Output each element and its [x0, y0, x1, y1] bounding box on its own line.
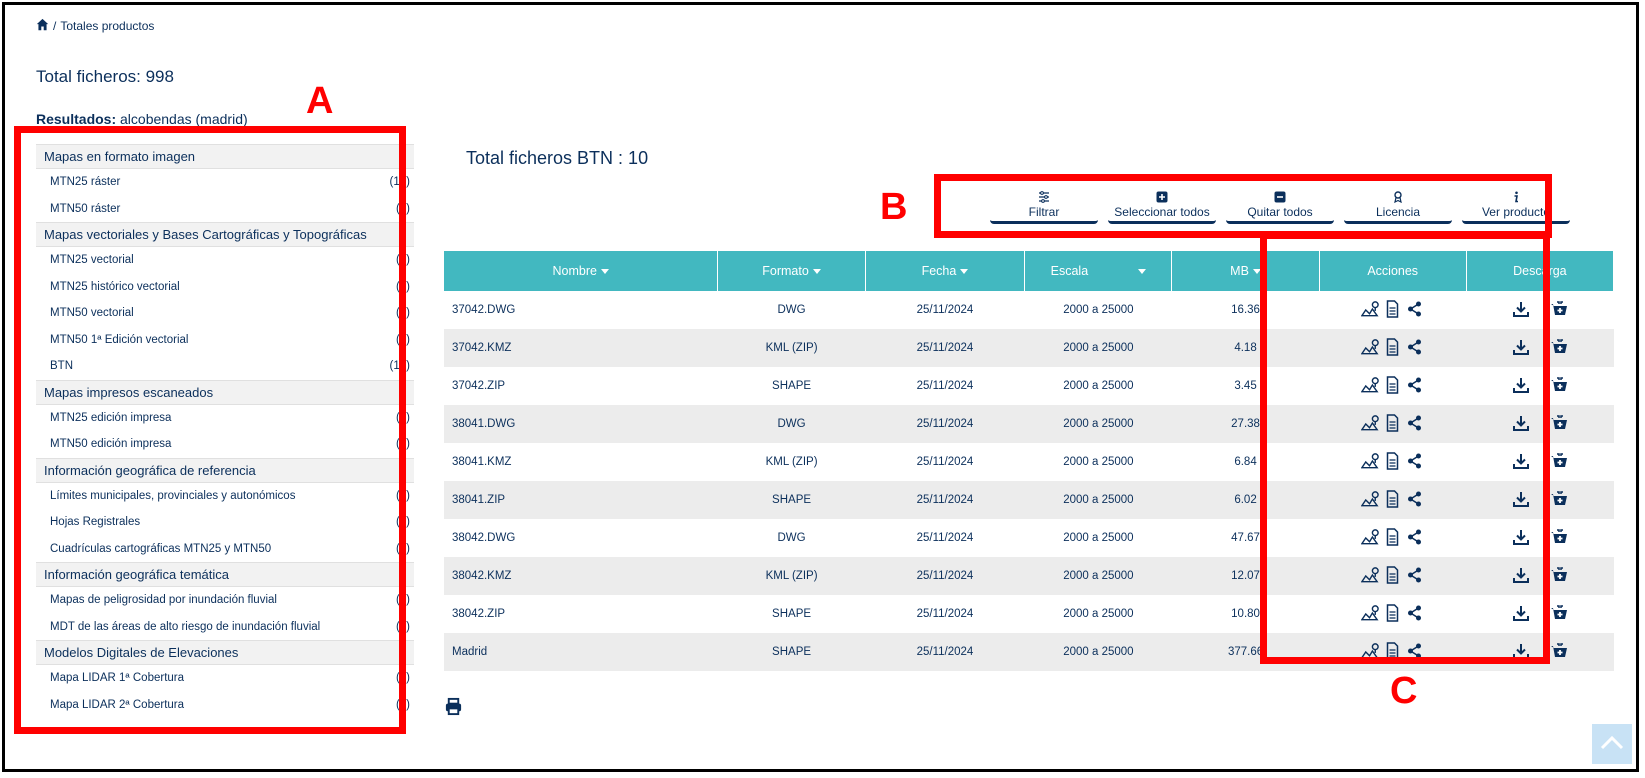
column-header-escala[interactable]: Escala	[1024, 251, 1173, 291]
scroll-to-top-button[interactable]	[1592, 724, 1632, 764]
cell-escala: 2000 a 25000	[1063, 456, 1134, 468]
cell-nombre: 37042.DWG	[452, 304, 516, 316]
cell-escala: 2000 a 25000	[1063, 532, 1134, 544]
chevron-up-icon	[1600, 734, 1624, 755]
results-value: alcobendas (madrid)	[120, 111, 248, 127]
cell-fecha: 25/11/2024	[916, 456, 974, 468]
cell-nombre: 38041.KMZ	[452, 456, 512, 468]
cell-escala: 2000 a 25000	[1063, 304, 1134, 316]
cell-formato: DWG	[717, 405, 866, 443]
column-header-formato[interactable]: Formato	[717, 251, 866, 291]
cell-escala: 2000 a 25000	[1024, 329, 1172, 367]
add-to-cart-icon[interactable]	[1550, 300, 1568, 321]
cell-fecha: 25/11/2024	[865, 405, 1025, 443]
main-title: Total ficheros BTN : 10	[466, 148, 649, 168]
cell-nombre: 38042.DWG	[452, 532, 516, 544]
cell-nombre: 37042.ZIP	[452, 380, 506, 392]
cell-nombre: 37042.KMZ	[444, 329, 718, 367]
cell-nombre: 38041.DWG	[444, 405, 718, 443]
add-to-cart-icon[interactable]	[1550, 338, 1568, 359]
home-icon[interactable]	[36, 18, 49, 34]
cell-fecha: 25/11/2024	[865, 329, 1025, 367]
column-header-label: Nombre	[552, 264, 597, 278]
print-icon[interactable]	[444, 697, 463, 721]
cell-escala: 2000 a 25000	[1024, 557, 1172, 595]
add-to-cart-icon[interactable]	[1550, 414, 1568, 435]
cell-nombre: 38042.ZIP	[452, 608, 506, 620]
annotation-label-a: A	[306, 80, 334, 122]
cell-nombre: Madrid	[444, 633, 718, 671]
add-to-cart-icon[interactable]	[1550, 642, 1568, 663]
column-header-nombre[interactable]: Nombre	[444, 251, 719, 291]
cell-formato: KML (ZIP)	[717, 329, 866, 367]
cell-escala: 2000 a 25000	[1024, 633, 1172, 671]
add-to-cart-icon[interactable]	[1550, 528, 1568, 549]
sort-caret-icon	[600, 269, 609, 275]
column-header-fecha[interactable]: Fecha	[865, 251, 1026, 291]
annotation-label-b: B	[880, 186, 908, 228]
results-label: Resultados:	[36, 111, 117, 127]
breadcrumb-current: Totales productos	[60, 19, 155, 33]
cell-fecha: 25/11/2024	[916, 608, 974, 620]
sort-caret-icon	[812, 269, 821, 275]
add-to-cart-icon[interactable]	[1550, 452, 1568, 473]
sort-caret-icon	[960, 269, 969, 275]
cell-nombre: 38041.ZIP	[444, 481, 718, 519]
add-to-cart-icon[interactable]	[1550, 604, 1568, 625]
add-to-cart-icon[interactable]	[1550, 376, 1568, 397]
cell-formato: DWG	[777, 304, 806, 316]
cell-escala: 2000 a 25000	[1063, 608, 1134, 620]
cell-fecha: 25/11/2024	[916, 532, 974, 544]
cell-formato: SHAPE	[717, 633, 866, 671]
cell-escala: 2000 a 25000	[1063, 380, 1134, 392]
cell-fecha: 25/11/2024	[865, 481, 1025, 519]
column-header-label: Formato	[762, 264, 809, 278]
annotation-label-c: C	[1390, 670, 1418, 712]
column-header-label: MB	[1230, 264, 1249, 278]
results-line: Resultados: alcobendas (madrid)	[36, 111, 248, 127]
annotation-box-a	[14, 126, 406, 734]
cell-escala: 2000 a 25000	[1024, 405, 1172, 443]
cell-fecha: 25/11/2024	[916, 304, 974, 316]
cell-formato: DWG	[777, 532, 806, 544]
cell-formato: KML (ZIP)	[717, 557, 866, 595]
annotation-box-c	[1260, 232, 1550, 664]
cell-formato: SHAPE	[772, 608, 812, 620]
cell-formato: SHAPE	[717, 481, 866, 519]
column-header-label: Escala	[1050, 264, 1089, 278]
sort-caret-icon	[1138, 269, 1147, 275]
add-to-cart-icon[interactable]	[1550, 566, 1568, 587]
add-to-cart-icon[interactable]	[1550, 490, 1568, 511]
cell-nombre: 38042.KMZ	[444, 557, 718, 595]
breadcrumb-separator: /	[53, 19, 57, 33]
annotation-box-b	[934, 174, 1552, 238]
breadcrumb: / Totales productos	[36, 18, 154, 34]
cell-formato: SHAPE	[772, 380, 812, 392]
cell-fecha: 25/11/2024	[865, 557, 1025, 595]
total-files-title: Total ficheros: 998	[36, 67, 174, 86]
cell-escala: 2000 a 25000	[1024, 481, 1172, 519]
column-header-label: Fecha	[921, 264, 957, 278]
cell-formato: KML (ZIP)	[765, 456, 818, 468]
cell-fecha: 25/11/2024	[865, 633, 1025, 671]
cell-fecha: 25/11/2024	[916, 380, 974, 392]
